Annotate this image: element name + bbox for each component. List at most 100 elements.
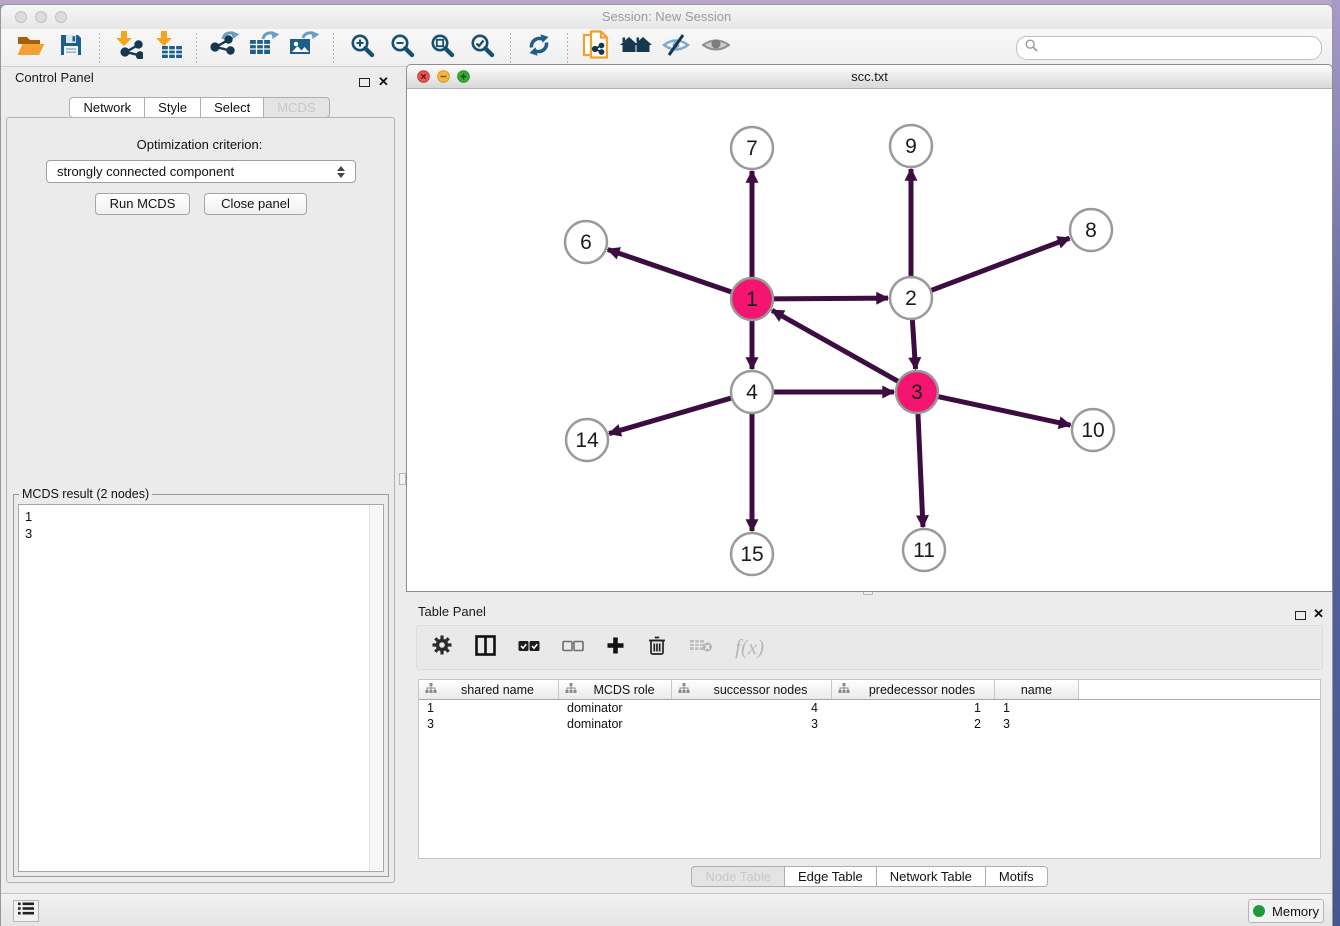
table-panel-close-button[interactable]: ✕ xyxy=(1313,605,1324,623)
toolbar-separator xyxy=(99,33,100,63)
status-bar: Memory xyxy=(1,893,1332,926)
tab-network-table[interactable]: Network Table xyxy=(876,866,986,887)
close-icon: ✕ xyxy=(378,74,389,89)
graph-edge-3-10[interactable] xyxy=(936,396,1071,425)
delete-column-button[interactable] xyxy=(689,637,713,658)
search-input[interactable] xyxy=(1043,40,1313,56)
memory-status-icon xyxy=(1253,905,1265,917)
vertical-splitter-grip[interactable] xyxy=(399,473,406,485)
hide-selected-button[interactable] xyxy=(659,32,693,64)
graph-edge-3-1[interactable] xyxy=(772,310,900,382)
graph-edge-4-14[interactable] xyxy=(609,397,734,433)
zoom-selected-button[interactable] xyxy=(465,32,499,64)
save-session-button[interactable] xyxy=(54,32,88,64)
column-header-predecessor-nodes[interactable]: predecessor nodes xyxy=(832,680,995,699)
run-mcds-button[interactable]: Run MCDS xyxy=(95,193,190,215)
select-all-button[interactable] xyxy=(518,639,540,657)
table-settings-button[interactable] xyxy=(431,634,453,661)
import-network-button[interactable] xyxy=(111,32,145,64)
deselect-all-button[interactable] xyxy=(562,639,584,657)
graph-edge-1-6[interactable] xyxy=(608,249,734,292)
table-cell: 1 xyxy=(995,700,1079,716)
export-network-icon xyxy=(210,31,240,64)
zoom-fit-button[interactable] xyxy=(425,32,459,64)
graph-node-label-15: 15 xyxy=(740,543,763,566)
network-window-titlebar[interactable]: scc.txt xyxy=(407,65,1332,89)
column-header-MCDS-role[interactable]: MCDS role xyxy=(559,680,672,699)
zoom-selected-icon xyxy=(470,33,495,63)
desktop-background-right xyxy=(1332,0,1340,926)
search-box[interactable] xyxy=(1016,36,1322,60)
graph-edge-3-11[interactable] xyxy=(918,411,923,527)
network-maximize-button[interactable] xyxy=(457,70,470,88)
table-row[interactable]: 3dominator323 xyxy=(419,716,1320,732)
tree-sort-icon xyxy=(559,683,577,697)
criterion-select[interactable]: strongly connected component xyxy=(46,160,356,183)
control-panel-float-button[interactable] xyxy=(359,74,370,92)
graph-edge-1-2[interactable] xyxy=(771,298,888,299)
toggle-columns-button[interactable] xyxy=(475,635,496,661)
import-network-icon xyxy=(113,31,143,64)
window-titlebar[interactable]: Session: New Session xyxy=(1,5,1332,30)
tab-select[interactable]: Select xyxy=(200,97,264,118)
zoom-out-button[interactable] xyxy=(385,32,419,64)
column-header-successor-nodes[interactable]: successor nodes xyxy=(672,680,832,699)
zoom-traffic-light[interactable] xyxy=(55,11,67,23)
table-cell: 3 xyxy=(672,716,832,732)
mcds-result-area[interactable]: 1 3 xyxy=(18,504,384,872)
tab-edge-table[interactable]: Edge Table xyxy=(784,866,877,887)
close-icon: ✕ xyxy=(1313,606,1324,621)
clone-network-button[interactable] xyxy=(579,32,613,64)
apply-function-button[interactable]: f(x) xyxy=(735,635,764,660)
export-table-button[interactable] xyxy=(248,32,282,64)
control-panel-close-button[interactable]: ✕ xyxy=(378,73,389,91)
table-panel-float-button[interactable] xyxy=(1295,607,1306,625)
select-chevrons-icon xyxy=(337,166,345,178)
control-panel-title: Control Panel xyxy=(15,69,94,87)
home-icon xyxy=(619,33,653,62)
table-row[interactable]: 1dominator411 xyxy=(419,700,1320,716)
node-table-body: 1dominator4113dominator323 xyxy=(419,700,1320,732)
add-column-button[interactable] xyxy=(606,636,625,660)
network-minimize-button[interactable] xyxy=(437,70,450,88)
column-header-name[interactable]: name xyxy=(995,680,1079,699)
memory-button[interactable]: Memory xyxy=(1248,899,1324,923)
delete-row-button[interactable] xyxy=(647,635,667,661)
show-all-button[interactable] xyxy=(699,32,733,64)
zoom-in-button[interactable] xyxy=(345,32,379,64)
result-scrollbar[interactable] xyxy=(369,506,382,870)
close-traffic-light[interactable] xyxy=(15,11,27,23)
gear-icon xyxy=(431,634,453,661)
tab-style[interactable]: Style xyxy=(144,97,201,118)
refresh-button[interactable] xyxy=(522,32,556,64)
tree-sort-icon xyxy=(672,683,690,697)
tab-mcds[interactable]: MCDS xyxy=(263,97,329,118)
graph-node-label-6: 6 xyxy=(580,231,592,254)
search-icon xyxy=(1025,39,1038,57)
network-window-title: scc.txt xyxy=(407,65,1332,88)
import-table-button[interactable] xyxy=(151,32,185,64)
export-image-button[interactable] xyxy=(288,32,322,64)
graph-edge-2-3[interactable] xyxy=(912,317,915,369)
toolbar-separator xyxy=(567,33,568,63)
tab-network[interactable]: Network xyxy=(69,97,145,118)
export-network-button[interactable] xyxy=(208,32,242,64)
column-header-shared-name[interactable]: shared name xyxy=(419,680,559,699)
open-session-button[interactable] xyxy=(14,32,48,64)
network-close-button[interactable] xyxy=(417,70,430,88)
tree-sort-icon xyxy=(419,683,437,697)
tab-node-table[interactable]: Node Table xyxy=(691,866,785,887)
floppy-disk-icon xyxy=(59,33,83,62)
home-button[interactable] xyxy=(619,32,653,64)
graph-node-label-11: 11 xyxy=(913,539,935,562)
eye-slash-icon xyxy=(662,33,690,62)
task-history-button[interactable] xyxy=(13,900,39,922)
tab-motifs[interactable]: Motifs xyxy=(985,866,1048,887)
table-panel-tabs: Node TableEdge TableNetwork TableMotifs xyxy=(406,866,1333,887)
network-canvas[interactable]: 7968124314101511 xyxy=(408,89,1333,592)
close-panel-button[interactable]: Close panel xyxy=(204,193,307,215)
table-cell: 3 xyxy=(419,716,559,732)
delete-column-icon xyxy=(689,637,713,658)
graph-edge-2-8[interactable] xyxy=(929,238,1070,291)
minimize-traffic-light[interactable] xyxy=(35,11,47,23)
